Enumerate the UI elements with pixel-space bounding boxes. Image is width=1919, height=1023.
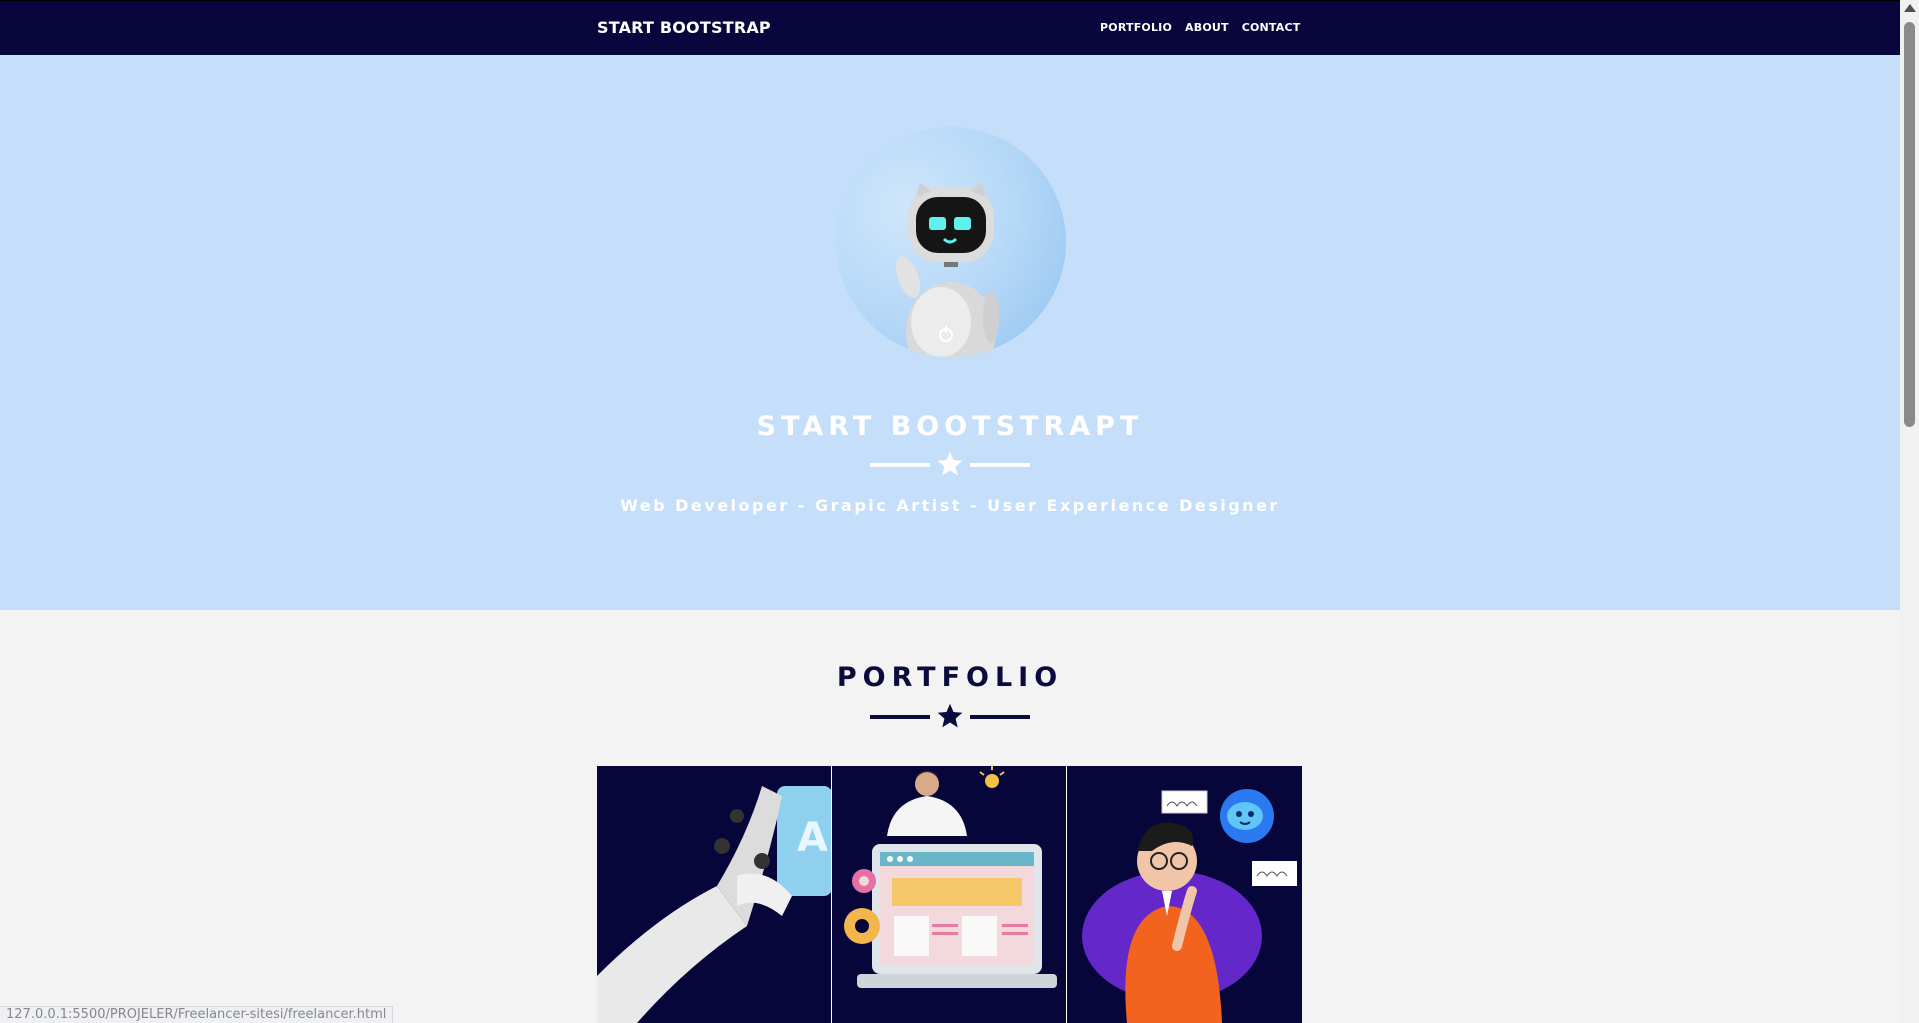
portfolio-divider xyxy=(870,702,1030,732)
scroll-up-icon[interactable] xyxy=(1904,4,1916,12)
vertical-scrollbar[interactable] xyxy=(1900,0,1919,1023)
scrollbar-thumb[interactable] xyxy=(1904,22,1915,427)
hero-title: START BOOTSTRAPT xyxy=(756,411,1144,442)
portfolio-grid: A xyxy=(597,766,1302,1023)
thinking-man-robot-illustration xyxy=(1067,766,1302,1023)
hero-divider xyxy=(870,450,1030,480)
star-icon xyxy=(937,451,963,476)
nav-link-about[interactable]: ABOUT xyxy=(1185,21,1229,34)
robot-avatar-icon xyxy=(836,127,1066,357)
status-bar-url: 127.0.0.1:5500/PROJELER/Freelancer-sites… xyxy=(0,1006,394,1023)
portfolio-title: PORTFOLIO xyxy=(836,662,1064,693)
brand-link[interactable]: START BOOTSTRAP xyxy=(597,18,771,37)
hero-subtitle: Web Developer - Grapic Artist - User Exp… xyxy=(620,496,1280,515)
divider-line-right xyxy=(970,715,1030,719)
portfolio-item-thinking-man[interactable] xyxy=(1067,766,1302,1023)
nav-link-portfolio[interactable]: PORTFOLIO xyxy=(1100,21,1172,34)
svg-text:A: A xyxy=(797,815,828,861)
portfolio-item-robot-hand[interactable]: A xyxy=(597,766,832,1023)
divider-line-left xyxy=(870,715,930,719)
nav-link-contact[interactable]: CONTACT xyxy=(1242,21,1301,34)
robot-hand-illustration: A xyxy=(597,766,831,1023)
hero-section: START BOOTSTRAPT Web Developer - Grapic … xyxy=(0,55,1900,610)
portfolio-item-web-developer[interactable] xyxy=(832,766,1067,1023)
divider-line-right xyxy=(970,463,1030,467)
nav-links: PORTFOLIO ABOUT CONTACT xyxy=(1100,21,1300,34)
navbar: START BOOTSTRAP PORTFOLIO ABOUT CONTACT xyxy=(0,0,1900,55)
web-developer-laptop-illustration xyxy=(832,766,1066,1023)
star-icon xyxy=(937,703,963,728)
divider-line-left xyxy=(870,463,930,467)
